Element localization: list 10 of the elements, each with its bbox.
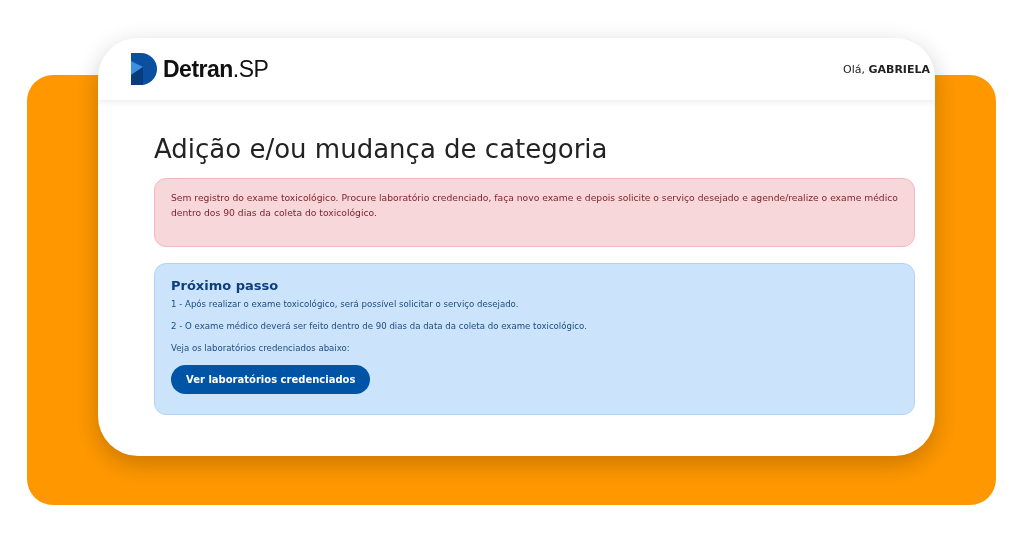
alert-message: Sem registro do exame toxicológico. Procure laboratório credenciado, faça novo exame e depois solicite o serviço desejado e agende/realize o exame médico dentro dos 90 dias da coleta do toxicológico.: [154, 178, 915, 248]
user-greeting: Olá, GABRIELA: [843, 62, 930, 76]
info-text: Veja os laboratórios credenciados abaixo:: [171, 343, 351, 354]
logo-icon: [131, 53, 157, 85]
labs-button[interactable]: Ver laboratórios credenciados: [171, 365, 371, 395]
info-text: 2 - O exame médico deverá ser feito dentro de 90 dias da data da coleta do exame toxicológico.: [171, 321, 588, 332]
logo-text: Detran.SP: [163, 55, 269, 83]
info-text: 1 - Após realizar o exame toxicológico, será possível solicitar o serviço desejado.: [171, 299, 520, 310]
page-title: Adição e/ou mudança de categoria: [154, 134, 609, 164]
info-heading: Próximo passo: [171, 278, 280, 294]
